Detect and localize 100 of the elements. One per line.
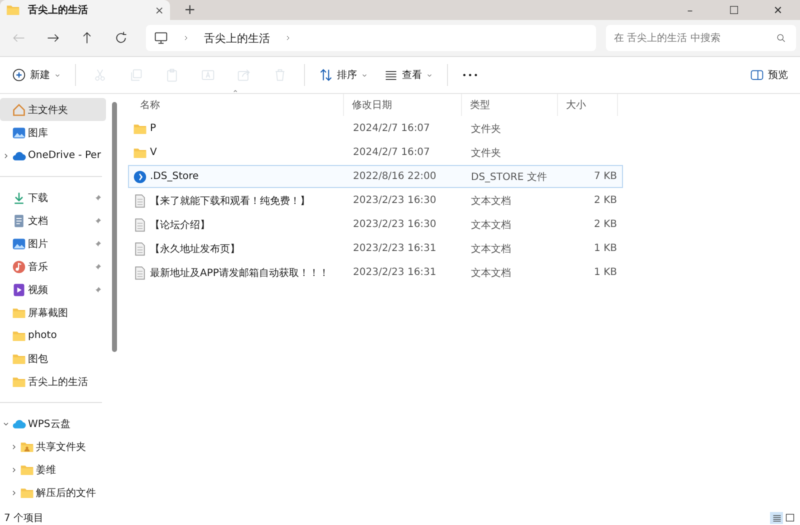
type-cell-text: DS_STORE 文件 [470,170,548,184]
chevron-icon [10,488,18,496]
close-tab-button[interactable]: × [154,4,164,16]
type-cell-text: 文件夹 [470,146,502,160]
type-cell-text: 文本文档 [470,266,512,280]
file-name: 【论坛介绍】 [150,218,210,232]
search-icon [776,33,786,43]
sidebar-item[interactable]: 音乐 [0,255,106,278]
pin-icon [94,194,102,202]
preview-pane-icon [750,68,764,82]
view-button[interactable]: 查看 [378,62,439,88]
folder-icon [12,306,26,320]
sidebar-item[interactable]: 文档 [0,209,106,232]
file-row[interactable]: 【永久地址发布页】 2023/2/23 16:31 文本文档 1 KB [128,237,623,260]
date-cell-text: 2023/2/23 16:31 [352,243,438,254]
picture-icon [12,236,26,250]
sort-icon [319,68,333,82]
chevron-icon [2,152,10,160]
sidebar-item[interactable]: 下载 [0,186,106,209]
view-icon [384,68,398,82]
file-name: V [150,147,157,158]
chevron-icon [182,34,190,42]
text-file-icon [133,242,147,256]
folder-icon [6,3,20,17]
column-header[interactable]: 类型 [462,94,558,116]
file-row[interactable]: .DS_Store 2022/8/16 22:00 DS_STORE 文件 7 KB [128,165,623,188]
search-field[interactable]: 在 舌尖上的生活 中搜索 [606,25,796,51]
sidebar-item[interactable]: 图库 [0,121,106,144]
picture-icon [12,126,26,140]
sidebar-item[interactable]: 姜维 [0,458,106,481]
scrollbar-thumb[interactable] [112,102,116,352]
preview-button[interactable]: 预览 [744,62,794,88]
sidebar-item[interactable]: 图包 [0,347,106,370]
file-row[interactable]: 【论坛介绍】 2023/2/23 16:30 文本文档 2 KB [128,213,623,236]
more-button[interactable]: ••• [456,62,486,88]
sidebar-item[interactable]: 屏幕截图 [0,301,106,324]
tiles-icon [784,512,794,522]
file-row[interactable]: P 2024/2/7 16:07 文件夹 [128,117,623,140]
column-header[interactable]: 修改日期 [344,94,462,116]
column-header[interactable]: 大小 [558,94,618,116]
text-file-icon [133,266,147,280]
folder-icon [133,122,147,136]
copy-icon [129,68,143,82]
size-cell-text: 2 KB [593,195,618,206]
document-icon [12,214,26,228]
refresh-icon [114,31,128,45]
date-cell-text: 2024/2/7 16:07 [352,123,431,134]
tiles-view-button[interactable] [783,512,796,524]
minimize-button[interactable]: – [668,0,712,20]
file-row[interactable]: 最新地址及APP请发邮箱自动获取！！！ 2023/2/23 16:31 文本文档 1 KB [128,261,623,284]
plus-circle-icon [12,68,26,82]
sidebar-item[interactable]: 主文件夹 [0,98,106,121]
folder-icon [20,486,34,500]
size-cell-text: 1 KB [593,243,618,254]
type-cell-text: 文本文档 [470,242,512,256]
breadcrumb[interactable]: 舌尖上的生活 [204,30,270,46]
new-button[interactable]: 新建 [6,62,67,88]
chevron-icon [10,442,18,450]
sidebar-item[interactable]: 视频 [0,278,106,301]
item-count: 7 个项目 [4,512,44,524]
column-header[interactable]: 名称 [132,94,344,116]
sidebar-item[interactable]: 共享文件夹 [0,435,106,458]
text-file-icon [133,218,147,232]
details-view-button[interactable] [770,512,783,524]
sidebar-item[interactable]: 解压后的文件 [0,481,106,504]
type-cell-text: 文本文档 [470,194,512,208]
file-name: 【永久地址发布页】 [150,242,240,256]
size-cell-text: 7 KB [593,171,618,182]
folder-icon [12,328,26,342]
address-bar[interactable]: 舌尖上的生活 [146,25,596,51]
type-cell-text: 文本文档 [470,218,512,232]
close-button[interactable]: ✕ [756,0,800,20]
maximize-button[interactable]: ☐ [712,0,756,20]
sidebar-item[interactable]: photo [0,324,106,347]
share-icon [237,68,251,82]
list-icon [772,512,782,522]
file-name: 【来了就能下载和观看！纯免费！】 [150,194,310,208]
caret-icon [426,72,433,78]
sidebar-item[interactable]: 图片 [0,232,106,255]
sort-button[interactable]: 排序 [313,62,374,88]
date-cell-text: 2023/2/23 16:30 [352,219,438,230]
sidebar-item[interactable]: WPS云盘 [0,412,106,435]
folder-icon [133,146,147,160]
file-row[interactable]: 【来了就能下载和观看！纯免费！】 2023/2/23 16:30 文本文档 2 KB [128,189,623,212]
file-name: P [150,123,156,134]
paste-icon [165,68,179,82]
pin-icon [94,286,102,294]
new-tab-button[interactable]: + [170,0,210,20]
file-name: 最新地址及APP请发邮箱自动获取！！！ [150,266,329,280]
file-name: .DS_Store [150,171,199,182]
shared-folder-icon [20,440,34,454]
chevron-icon [284,34,292,42]
folder-icon [12,352,26,366]
computer-icon [154,31,168,45]
sidebar-item[interactable]: 舌尖上的生活 [0,370,106,393]
app-file-icon [133,170,147,184]
file-row[interactable]: V 2024/2/7 16:07 文件夹 [128,141,623,164]
sidebar-item[interactable]: OneDrive - Per [0,144,106,167]
tab[interactable]: 舌尖上的生活 × [0,0,170,20]
text-file-icon [133,194,147,208]
